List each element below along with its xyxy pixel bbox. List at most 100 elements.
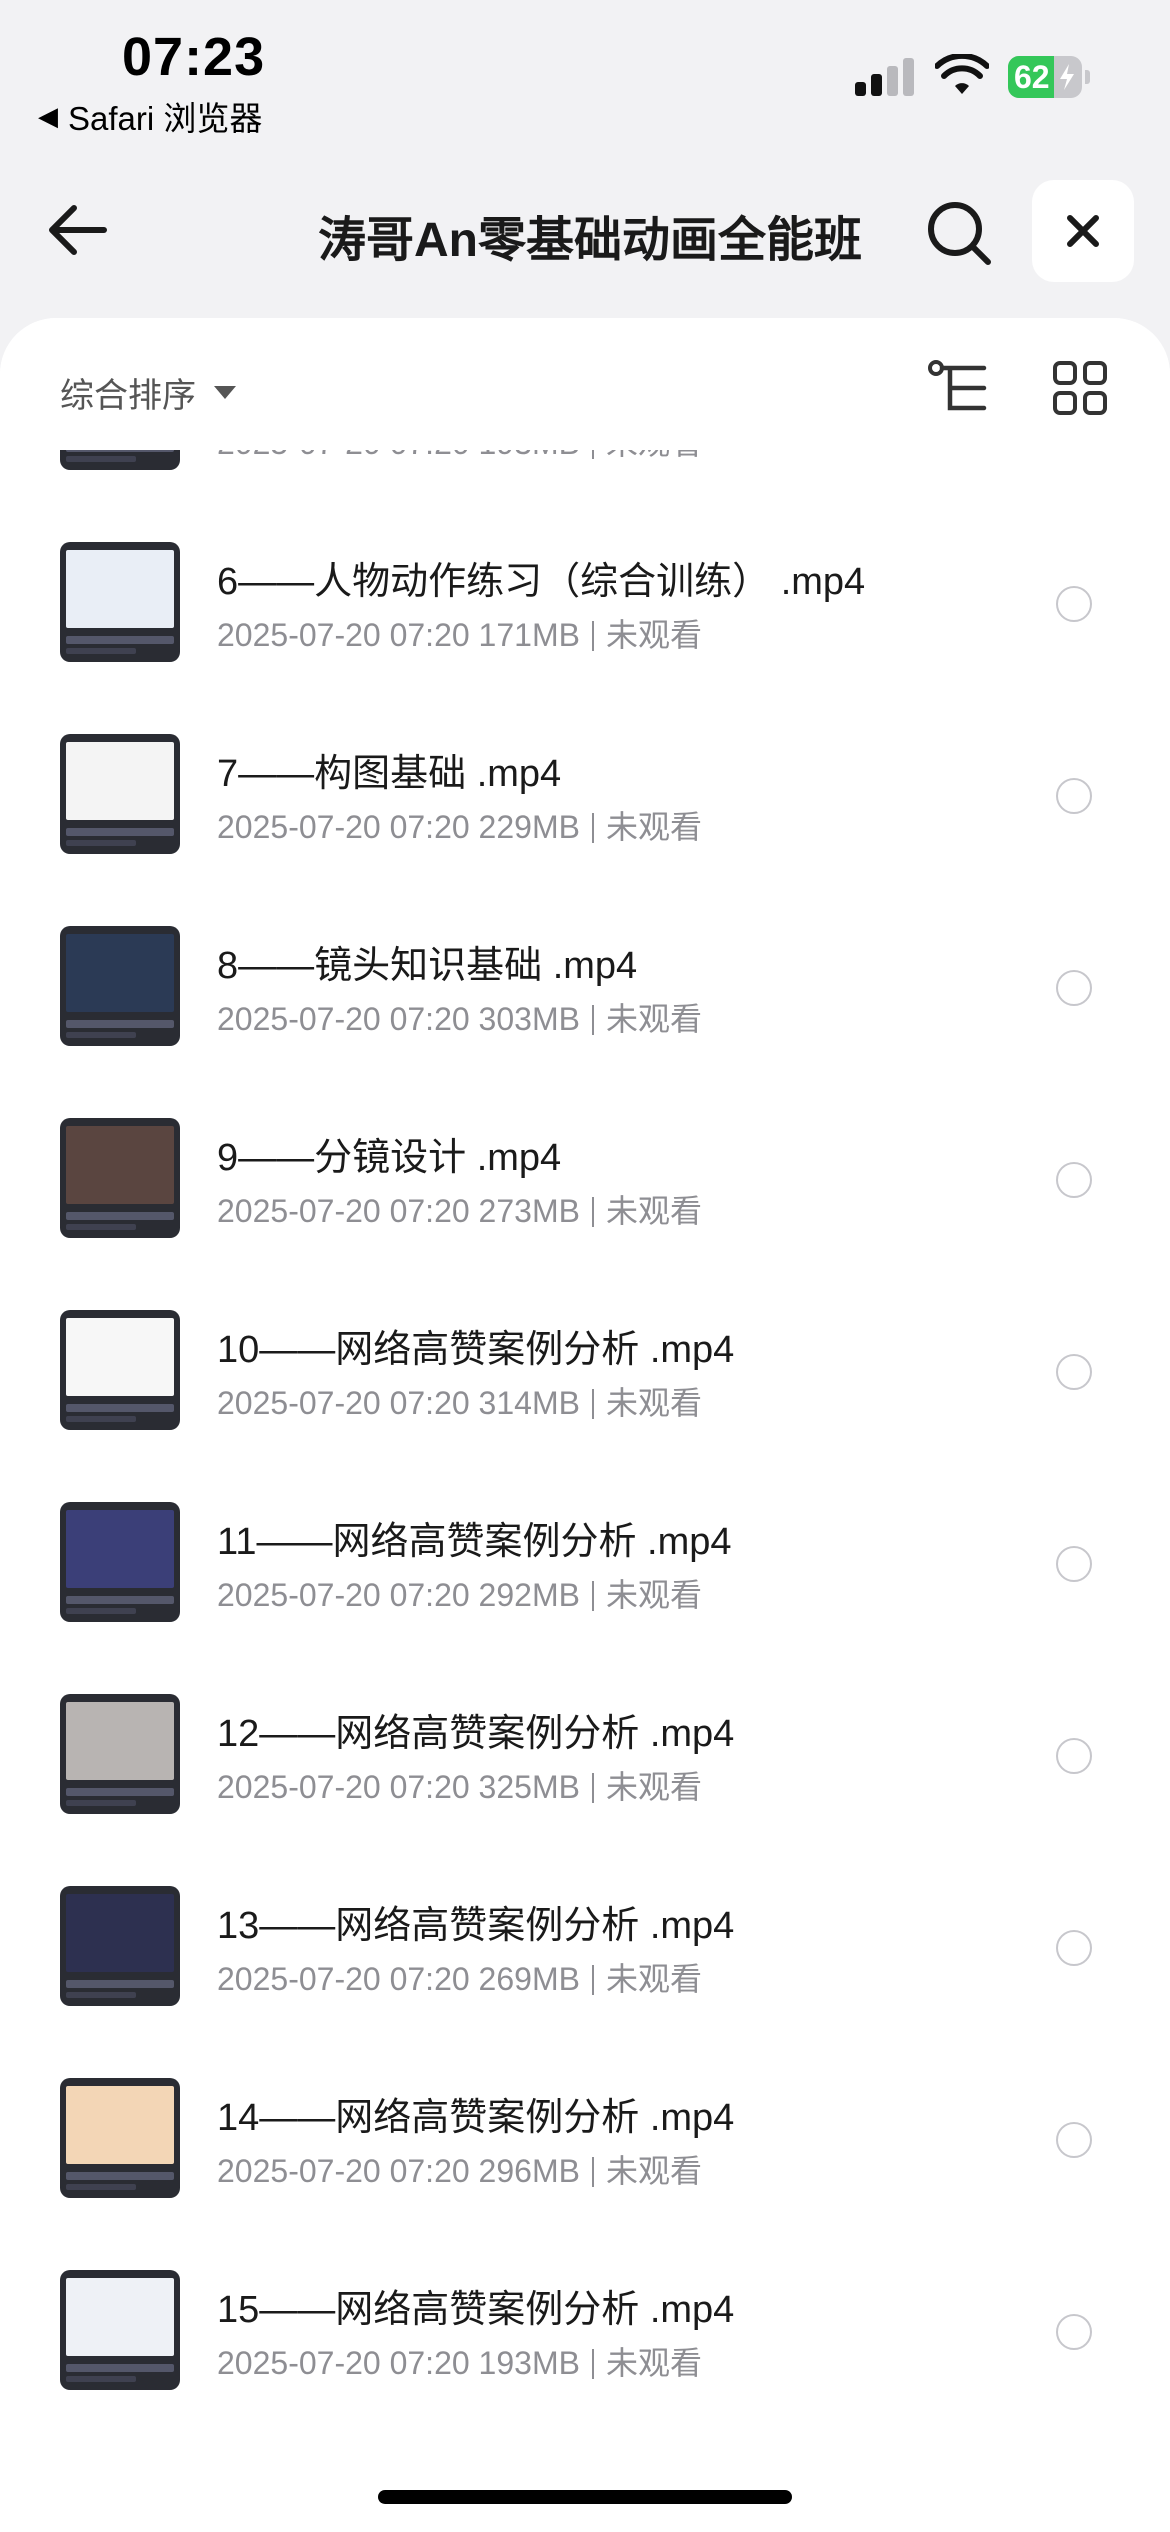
search-icon[interactable] [924,198,994,268]
file-name: 12——网络高赞案例分析 .mp4 [217,1713,735,1755]
file-name: 7——构图基础 .mp4 [217,753,562,795]
meta-divider [591,1773,594,1803]
select-radio[interactable] [1056,1162,1092,1198]
sort-dropdown[interactable]: 综合排序 [60,368,236,417]
status-time: 07:23 [122,27,266,87]
watch-status: 未观看 [605,1961,702,1997]
back-app-label: Safari 浏览器 [68,100,263,137]
watch-status: 未观看 [605,1001,702,1037]
wifi-icon [935,54,989,94]
file-size: 296MB [478,2153,580,2189]
file-date: 2025-07-20 07:20 [217,1769,470,1805]
video-thumbnail [60,542,180,662]
file-size: 269MB [478,1961,580,1997]
meta-divider [591,1005,594,1035]
file-list[interactable]: mp42025-07-20 07:20 193MB未观看6——人物动作练习（综合… [0,318,1170,2532]
file-size: 303MB [478,1001,580,1037]
file-name: 9——分镜设计 .mp4 [217,1137,562,1179]
meta-divider [591,2157,594,2187]
meta-divider [591,621,594,651]
file-meta: 2025-07-20 07:20 325MB 未观看 [217,1762,702,1808]
video-thumbnail [60,1118,180,1238]
file-row[interactable]: 6——人物动作练习（综合训练） .mp4 2025-07-20 07:20 171… [0,510,1170,702]
file-meta: 2025-07-20 07:20 229MB 未观看 [217,802,702,848]
nav-header: 涛哥An零基础动画全能班 [0,170,1170,290]
meta-divider [591,1965,594,1995]
status-bar: 07:23 ◀ Safari 浏览器 62 [0,0,1170,150]
close-button[interactable] [1032,180,1134,282]
file-date: 2025-07-20 07:20 [217,1193,470,1229]
file-date: 2025-07-20 07:20 [217,1385,470,1421]
file-row[interactable]: 8——镜头知识基础 .mp4 2025-07-20 07:20 303MB 未观看 [0,894,1170,1086]
select-radio[interactable] [1056,586,1092,622]
select-radio[interactable] [1056,1738,1092,1774]
file-meta: 2025-07-20 07:20 314MB 未观看 [217,1378,702,1424]
caret-down-icon [214,386,236,399]
watch-status: 未观看 [605,1769,702,1805]
meta-divider [591,1389,594,1419]
file-size: 273MB [478,1193,580,1229]
file-date: 2025-07-20 07:20 [217,2345,470,2381]
video-thumbnail [60,926,180,1046]
page-title: 涛哥An零基础动画全能班 [318,214,862,267]
select-radio[interactable] [1056,1546,1092,1582]
watch-status: 未观看 [605,1385,702,1421]
video-thumbnail [60,2270,180,2390]
file-size: 193MB [478,2345,580,2381]
video-thumbnail [60,1694,180,1814]
back-triangle-icon: ◀ [38,100,58,131]
file-name: 8——镜头知识基础 .mp4 [217,945,638,987]
sort-label: 综合排序 [60,377,196,415]
file-size: 292MB [478,1577,580,1613]
grid-view-icon[interactable] [1052,360,1108,416]
meta-divider [591,1197,594,1227]
file-row[interactable]: 12——网络高赞案例分析 .mp4 2025-07-20 07:20 325MB 未… [0,1662,1170,1854]
file-name: 13——网络高赞案例分析 .mp4 [217,1905,735,1947]
select-radio[interactable] [1056,2314,1092,2350]
file-size: 325MB [478,1769,580,1805]
meta-divider [591,1581,594,1611]
file-name: 14——网络高赞案例分析 .mp4 [217,2097,735,2139]
watch-status: 未观看 [605,1577,702,1613]
file-date: 2025-07-20 07:20 [217,1961,470,1997]
file-list-sheet: mp42025-07-20 07:20 193MB未观看6——人物动作练习（综合… [0,318,1170,2532]
back-to-app-link[interactable]: ◀ Safari 浏览器 [38,92,262,140]
tree-structure-icon[interactable] [928,360,990,416]
file-date: 2025-07-20 07:20 [217,1577,470,1613]
file-size: 171MB [478,617,580,653]
file-row[interactable]: 13——网络高赞案例分析 .mp4 2025-07-20 07:20 269MB 未… [0,1854,1170,2046]
watch-status: 未观看 [605,809,702,845]
arrow-left-icon[interactable] [44,198,114,262]
meta-divider [591,2349,594,2379]
battery-indicator: 62 [1008,56,1090,98]
select-radio[interactable] [1056,1930,1092,1966]
charging-bolt-icon [1060,64,1074,90]
file-date: 2025-07-20 07:20 [217,2153,470,2189]
file-row[interactable]: 7——构图基础 .mp4 2025-07-20 07:20 229MB 未观看 [0,702,1170,894]
select-radio[interactable] [1056,778,1092,814]
file-date: 2025-07-20 07:20 [217,809,470,845]
file-row[interactable]: 9——分镜设计 .mp4 2025-07-20 07:20 273MB 未观看 [0,1086,1170,1278]
select-radio[interactable] [1056,1354,1092,1390]
watch-status: 未观看 [605,2345,702,2381]
file-name: 11——网络高赞案例分析 .mp4 [217,1521,732,1563]
file-date: 2025-07-20 07:20 [217,617,470,653]
select-radio[interactable] [1056,970,1092,1006]
close-icon [1067,215,1099,247]
file-size: 229MB [478,809,580,845]
watch-status: 未观看 [605,617,702,653]
file-name: 10——网络高赞案例分析 .mp4 [217,1329,735,1371]
file-row[interactable]: 10——网络高赞案例分析 .mp4 2025-07-20 07:20 314MB 未… [0,1278,1170,1470]
video-thumbnail [60,1310,180,1430]
home-indicator[interactable] [378,2490,792,2504]
file-row[interactable]: 15——网络高赞案例分析 .mp4 2025-07-20 07:20 193MB 未… [0,2238,1170,2430]
meta-divider [591,813,594,843]
file-row[interactable]: 14——网络高赞案例分析 .mp4 2025-07-20 07:20 296MB 未… [0,2046,1170,2238]
file-row[interactable]: 11——网络高赞案例分析 .mp4 2025-07-20 07:20 292MB 未… [0,1470,1170,1662]
select-radio[interactable] [1056,2122,1092,2158]
file-meta: 2025-07-20 07:20 269MB 未观看 [217,1954,702,2000]
video-thumbnail [60,2078,180,2198]
file-name: 15——网络高赞案例分析 .mp4 [217,2289,735,2331]
sort-toolbar: 综合排序 [0,318,1170,450]
video-thumbnail [60,1886,180,2006]
